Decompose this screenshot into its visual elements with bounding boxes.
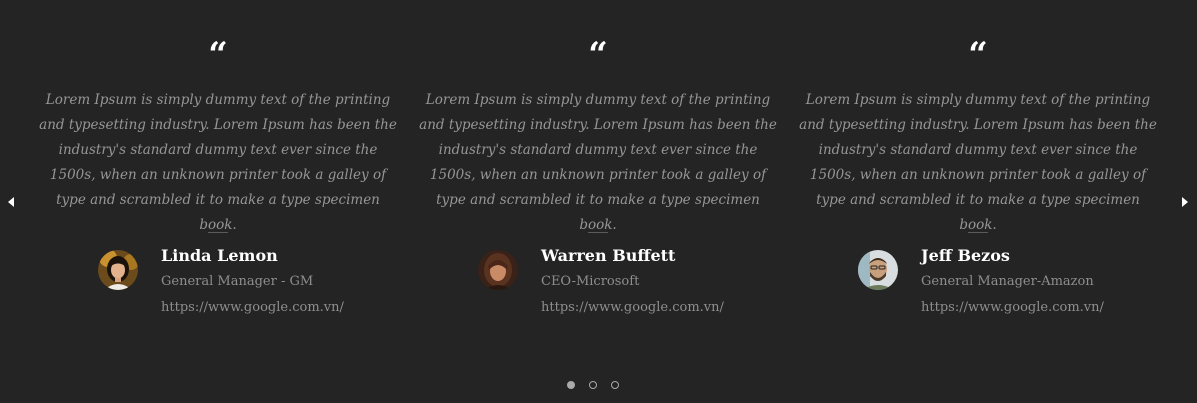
divider: [208, 232, 228, 233]
quote-icon: “: [588, 40, 608, 70]
quote-icon: “: [968, 40, 988, 70]
author-role: General Manager - GM: [161, 274, 314, 289]
prev-arrow-button[interactable]: [4, 194, 18, 210]
author-block: Jeff Bezos General Manager-Amazon https:…: [858, 246, 1158, 326]
pagination-dot-2[interactable]: [589, 381, 597, 389]
chevron-right-icon: [1182, 197, 1188, 207]
author-role: CEO-Microsoft: [541, 274, 640, 289]
testimonial-text: Lorem Ipsum is simply dummy text of the …: [419, 92, 777, 233]
avatar: [478, 250, 518, 290]
avatar: [98, 250, 138, 290]
next-arrow-button[interactable]: [1178, 194, 1192, 210]
testimonial-card: “ Lorem Ipsum is simply dummy text of th…: [28, 0, 408, 360]
chevron-left-icon: [8, 197, 14, 207]
author-block: Linda Lemon General Manager - GM https:/…: [98, 246, 398, 326]
author-link[interactable]: https://www.google.com.vn/: [921, 299, 1104, 317]
author-name: Warren Buffett: [541, 246, 676, 265]
author-role: General Manager-Amazon: [921, 274, 1094, 289]
divider: [968, 232, 988, 233]
avatar: [858, 250, 898, 290]
author-name: Linda Lemon: [161, 246, 278, 265]
author-block: Warren Buffett CEO-Microsoft https://www…: [478, 246, 778, 326]
pagination-dot-3[interactable]: [611, 381, 619, 389]
testimonial-text: Lorem Ipsum is simply dummy text of the …: [799, 92, 1157, 233]
pagination-dot-1[interactable]: [567, 381, 575, 389]
divider: [588, 232, 608, 233]
testimonial-slider: “ Lorem Ipsum is simply dummy text of th…: [0, 0, 1197, 403]
author-link[interactable]: https://www.google.com.vn/: [541, 299, 724, 317]
testimonial-card: “ Lorem Ipsum is simply dummy text of th…: [408, 0, 788, 360]
testimonial-text: Lorem Ipsum is simply dummy text of the …: [39, 92, 397, 233]
author-link[interactable]: https://www.google.com.vn/: [161, 299, 344, 317]
quote-icon: “: [208, 40, 228, 70]
pagination-dots: [567, 381, 619, 389]
testimonial-track: “ Lorem Ipsum is simply dummy text of th…: [28, 0, 1168, 360]
testimonial-card: “ Lorem Ipsum is simply dummy text of th…: [788, 0, 1168, 360]
author-name: Jeff Bezos: [921, 246, 1010, 265]
